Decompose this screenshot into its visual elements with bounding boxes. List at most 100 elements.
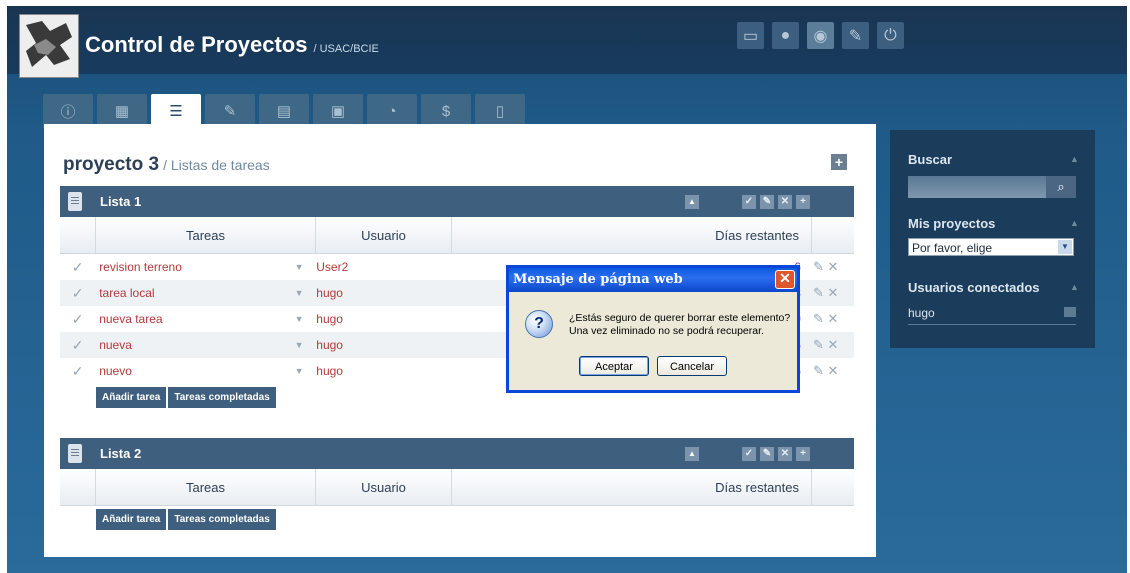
- search-icon[interactable]: ⌕: [1046, 176, 1076, 198]
- close-icon[interactable]: ✕: [775, 270, 795, 289]
- calendar-icon[interactable]: ▦: [97, 94, 147, 128]
- collapse-icon[interactable]: ▲: [685, 195, 699, 209]
- ok-button[interactable]: Aceptar: [579, 356, 649, 376]
- col-tareas[interactable]: Tareas: [96, 217, 316, 253]
- edit-icon[interactable]: ✎: [813, 285, 824, 300]
- delete-icon[interactable]: ✕: [778, 447, 792, 461]
- delete-icon[interactable]: ✕: [828, 363, 839, 378]
- column-headers: Tareas Usuario Días restantes: [60, 217, 854, 254]
- tasklist-icon[interactable]: ☰: [151, 94, 201, 128]
- clipboard-icon: [68, 444, 82, 463]
- list-name: Lista 2: [100, 446, 142, 461]
- top-toolbar: ▭ ● ◉ ✎ ⏻: [737, 22, 904, 49]
- add-task-icon[interactable]: +: [796, 195, 810, 209]
- cancel-button[interactable]: Cancelar: [657, 356, 727, 376]
- col-usuario[interactable]: Usuario: [316, 469, 452, 505]
- dropdown-arrow-icon[interactable]: ▼: [295, 314, 311, 324]
- row-actions: ✎ ✕: [813, 259, 854, 275]
- add-task-button[interactable]: Añadir tarea: [96, 509, 167, 530]
- col-actions: [812, 469, 854, 505]
- projects-label: Mis proyectos: [908, 216, 996, 231]
- task-user: User2: [316, 260, 349, 274]
- dropdown-arrow-icon[interactable]: ▼: [295, 262, 311, 272]
- check-icon[interactable]: ✓: [742, 447, 756, 461]
- project-name: proyecto 3: [63, 154, 160, 175]
- col-tareas[interactable]: Tareas: [96, 469, 316, 505]
- task-name[interactable]: tarea local: [95, 286, 294, 300]
- column-headers: Tareas Usuario Días restantes: [60, 469, 854, 506]
- top-bar: Control de Proyectos / USAC/BCIE ▭ ● ◉ ✎ …: [7, 6, 1127, 78]
- collapse-icon[interactable]: ▲: [1070, 154, 1079, 164]
- row-actions: ✎ ✕: [813, 363, 854, 379]
- sidebar: Buscar ▲ ⌕ Mis proyectos ▲ Por favor, el…: [890, 130, 1095, 348]
- edit-icon[interactable]: ✎: [813, 337, 824, 352]
- completed-tasks-button[interactable]: Tareas completadas: [168, 387, 276, 408]
- edit-icon[interactable]: ✎: [813, 259, 824, 274]
- collapse-icon[interactable]: ▲: [1070, 282, 1079, 292]
- delete-icon[interactable]: ✕: [828, 337, 839, 352]
- projects-selected-value: Por favor, elige: [912, 241, 993, 255]
- row-actions: ✎ ✕: [813, 311, 854, 327]
- question-icon: ?: [525, 310, 553, 338]
- dialog-message: ¿Estás seguro de querer borrar este elem…: [569, 312, 799, 338]
- col-dias[interactable]: Días restantes: [452, 217, 812, 253]
- edit-icon[interactable]: ✎: [813, 311, 824, 326]
- projects-select[interactable]: Por favor, elige ▼: [908, 238, 1074, 256]
- add-task-icon[interactable]: +: [796, 447, 810, 461]
- power-icon[interactable]: ⏻: [877, 22, 904, 49]
- check-icon[interactable]: ✓: [60, 259, 95, 276]
- chat-icon[interactable]: [1064, 307, 1076, 317]
- info-icon[interactable]: ⓘ: [43, 94, 93, 128]
- add-list-button[interactable]: +: [831, 154, 847, 170]
- app-title: Control de Proyectos / USAC/BCIE: [85, 32, 379, 58]
- dialog-message-line2: Una vez eliminado no se podrá recuperar.: [569, 325, 764, 337]
- check-icon[interactable]: ✓: [60, 311, 95, 328]
- dropdown-arrow-icon[interactable]: ▼: [295, 366, 311, 376]
- confirm-dialog: Mensaje de página web ✕ ? ¿Estás seguro …: [506, 265, 800, 393]
- list-header: Lista 1 ▲ ✓ ✎ ✕ +: [60, 186, 854, 217]
- user-item[interactable]: hugo: [908, 306, 1076, 325]
- completed-tasks-button[interactable]: Tareas completadas: [168, 509, 276, 530]
- delete-icon[interactable]: ✕: [778, 195, 792, 209]
- clipboard-icon[interactable]: ▯: [475, 94, 525, 128]
- clock-icon[interactable]: ◔: [367, 94, 417, 128]
- printer-icon[interactable]: ▤: [259, 94, 309, 128]
- check-icon[interactable]: ✓: [60, 363, 95, 380]
- row-actions: ✎ ✕: [813, 285, 854, 301]
- col-check: [60, 469, 96, 505]
- dropdown-arrow-icon[interactable]: ▼: [295, 288, 311, 298]
- edit-icon[interactable]: ✎: [205, 94, 255, 128]
- chevron-down-icon[interactable]: ▼: [1058, 240, 1072, 254]
- delete-icon[interactable]: ✕: [828, 259, 839, 274]
- task-name[interactable]: nueva tarea: [95, 312, 294, 326]
- task-name[interactable]: revision terreno: [95, 260, 294, 274]
- col-dias[interactable]: Días restantes: [452, 469, 812, 505]
- edit-icon[interactable]: ✎: [760, 447, 774, 461]
- globe-icon[interactable]: ◉: [807, 22, 834, 49]
- add-task-button[interactable]: Añadir tarea: [96, 387, 167, 408]
- monitor-icon[interactable]: ▭: [737, 22, 764, 49]
- money-icon[interactable]: $: [421, 94, 471, 128]
- col-usuario[interactable]: Usuario: [316, 217, 452, 253]
- check-icon[interactable]: ✓: [60, 337, 95, 354]
- collapse-icon[interactable]: ▲: [685, 447, 699, 461]
- task-name[interactable]: nuevo: [95, 364, 294, 378]
- contact-icon[interactable]: ▣: [313, 94, 363, 128]
- task-name[interactable]: nueva: [95, 338, 294, 352]
- check-icon[interactable]: ✓: [742, 195, 756, 209]
- task-user: hugo: [316, 312, 343, 326]
- user-icon[interactable]: ●: [772, 22, 799, 49]
- delete-icon[interactable]: ✕: [828, 311, 839, 326]
- wrench-icon[interactable]: ✎: [842, 22, 869, 49]
- edit-icon[interactable]: ✎: [813, 363, 824, 378]
- check-icon[interactable]: ✓: [60, 285, 95, 302]
- collapse-icon[interactable]: ▲: [1070, 218, 1079, 228]
- edit-icon[interactable]: ✎: [760, 195, 774, 209]
- app-subtitle: / USAC/BCIE: [313, 43, 379, 55]
- task-list-2: Lista 2 ▲ ✓ ✎ ✕ + Tareas Usuario Días re…: [60, 438, 854, 530]
- search-input[interactable]: [908, 176, 1046, 198]
- module-tabs: ⓘ ▦ ☰ ✎ ▤ ▣ ◔ $ ▯: [43, 94, 531, 128]
- delete-icon[interactable]: ✕: [828, 285, 839, 300]
- dropdown-arrow-icon[interactable]: ▼: [295, 340, 311, 350]
- section-name: / Listas de tareas: [163, 157, 270, 173]
